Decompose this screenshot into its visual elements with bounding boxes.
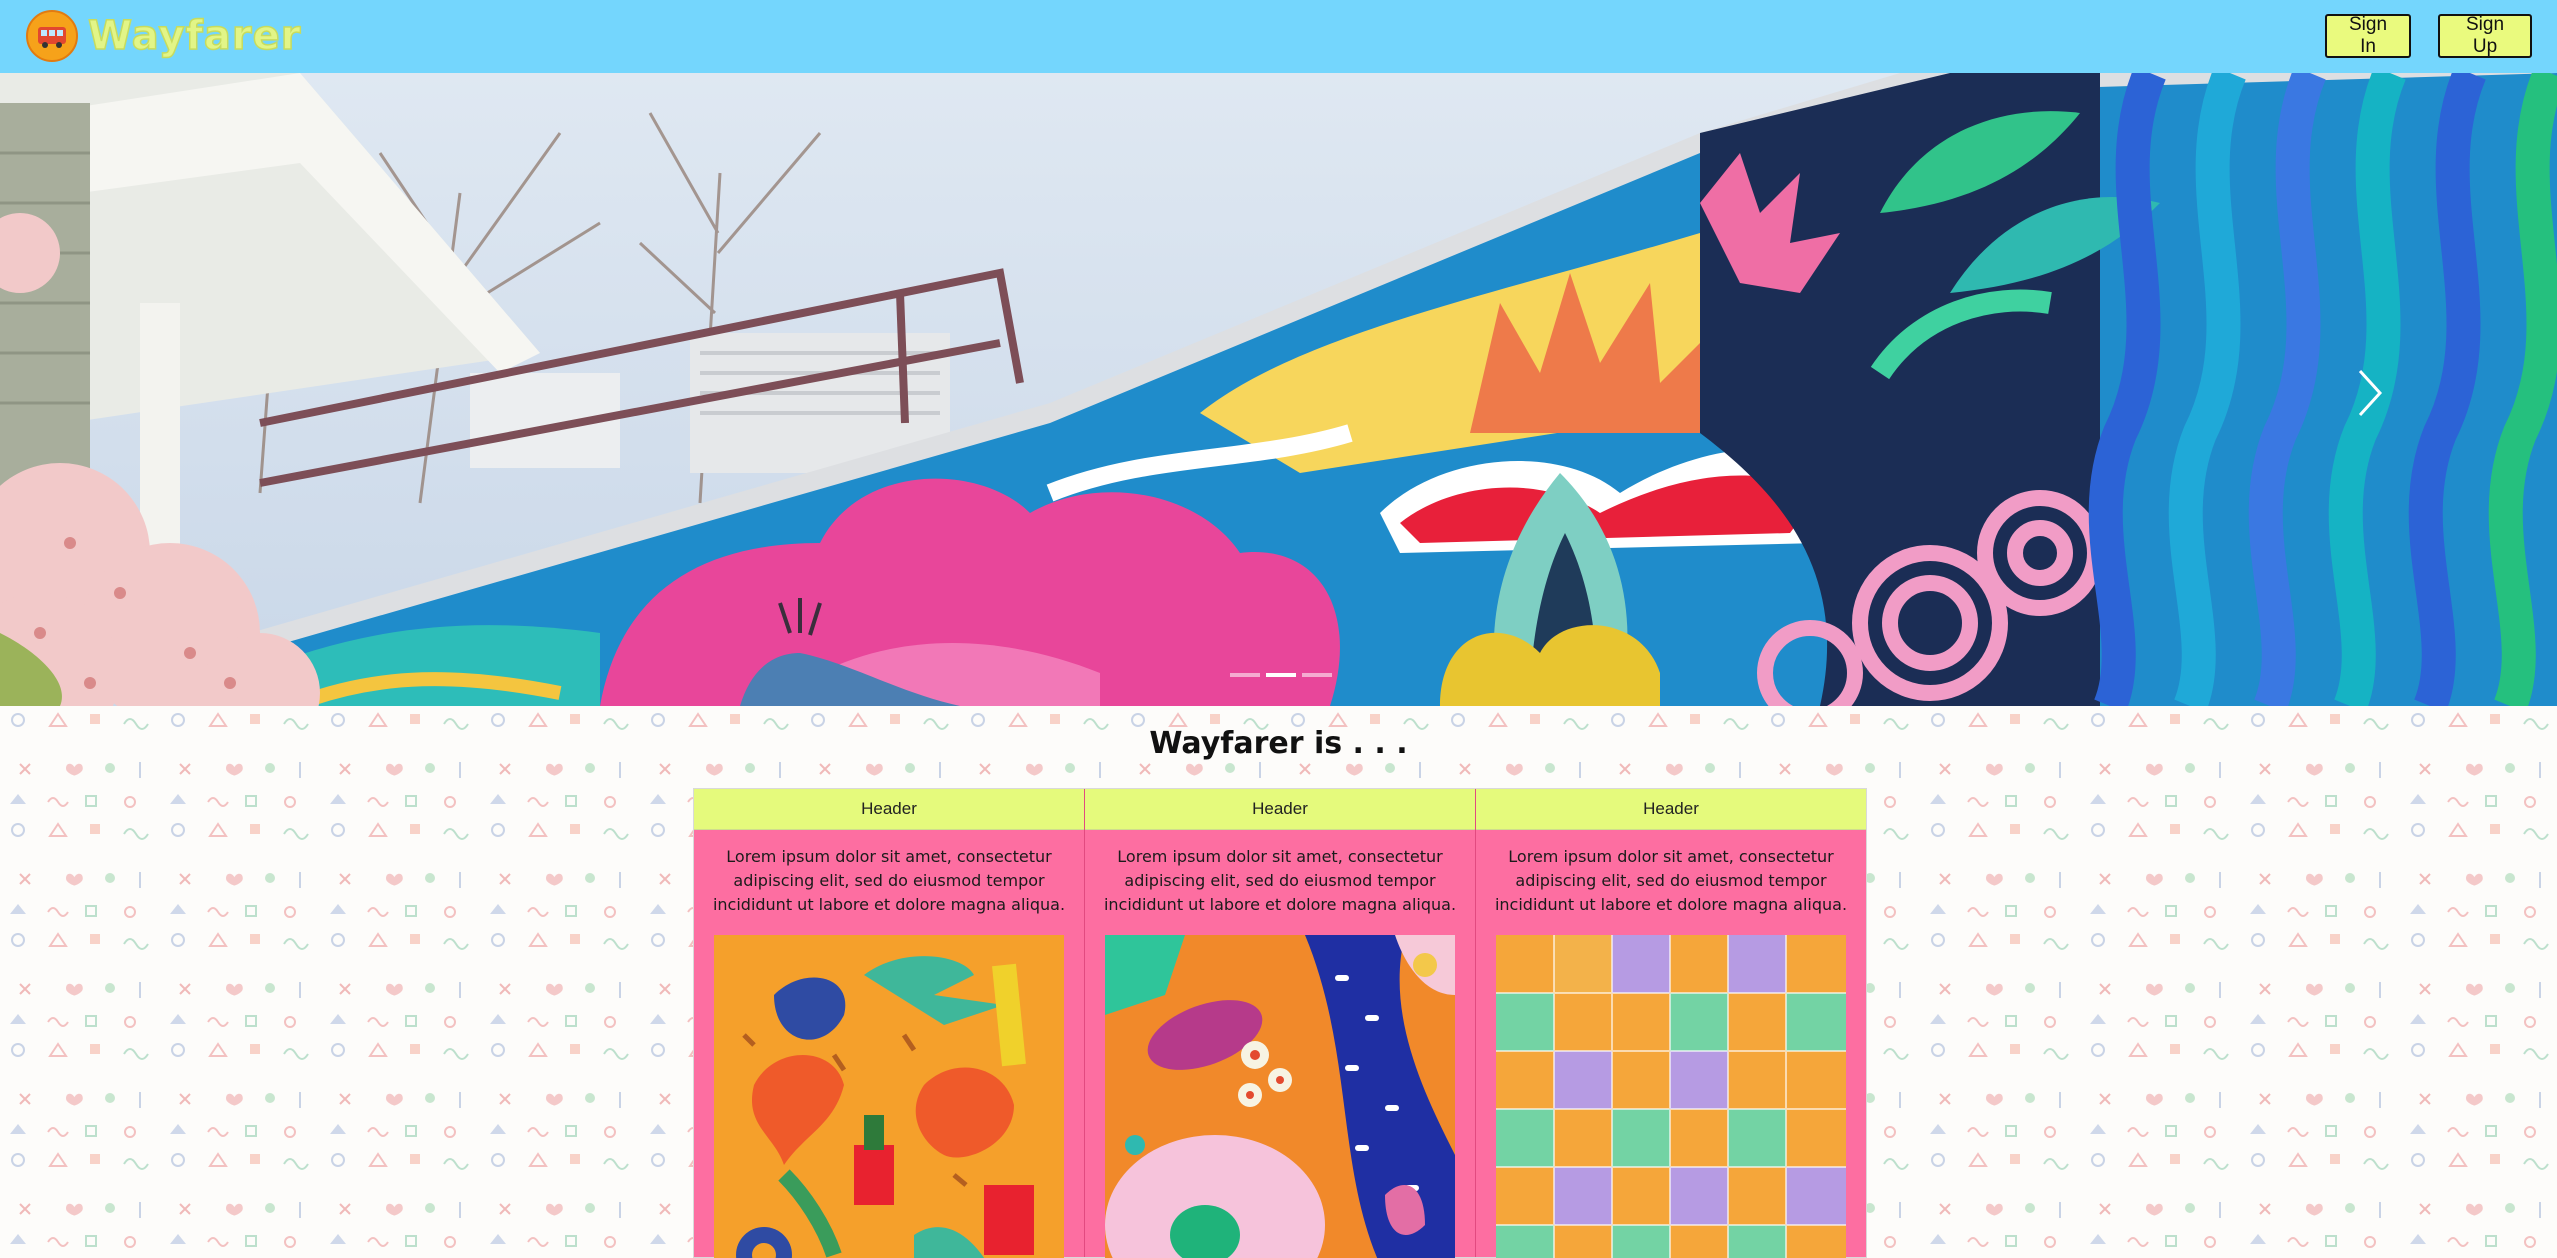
- brand-link[interactable]: Wayfarer: [26, 10, 302, 62]
- card-image: [1496, 935, 1846, 1258]
- hero-mural-image: [0, 73, 2557, 706]
- hero-carousel: [0, 73, 2557, 706]
- card-2: Header Lorem ipsum dolor sit amet, conse…: [1085, 789, 1476, 1258]
- brand-name: Wayfarer: [87, 12, 302, 60]
- bus-icon: [26, 10, 78, 62]
- sign-up-button[interactable]: Sign Up: [2438, 14, 2532, 58]
- carousel-indicator-3[interactable]: [1302, 673, 1332, 677]
- carousel-indicator-1[interactable]: [1230, 673, 1260, 677]
- card-text: Lorem ipsum dolor sit amet, consectetur …: [1494, 847, 1848, 914]
- navbar: Wayfarer Sign In Sign Up: [0, 0, 2557, 73]
- card-header: Header: [1085, 789, 1475, 830]
- sign-in-button[interactable]: Sign In: [2325, 14, 2411, 58]
- card-group: Header Lorem ipsum dolor sit amet, conse…: [693, 788, 1867, 1258]
- card-1: Header Lorem ipsum dolor sit amet, conse…: [694, 789, 1085, 1258]
- card-image: [714, 935, 1064, 1258]
- card-text: Lorem ipsum dolor sit amet, consectetur …: [1103, 847, 1457, 914]
- card-header: Header: [1476, 789, 1866, 830]
- carousel-indicators: [1230, 673, 1332, 677]
- carousel-next-button[interactable]: [2352, 363, 2388, 423]
- chevron-right-icon: [2358, 369, 2383, 417]
- card-text: Lorem ipsum dolor sit amet, consectetur …: [712, 847, 1066, 914]
- section-title: Wayfarer is . . .: [1149, 726, 1408, 761]
- card-3: Header Lorem ipsum dolor sit amet, conse…: [1476, 789, 1866, 1258]
- card-header: Header: [694, 789, 1084, 830]
- card-image: [1105, 935, 1455, 1258]
- carousel-indicator-2[interactable]: [1266, 673, 1296, 677]
